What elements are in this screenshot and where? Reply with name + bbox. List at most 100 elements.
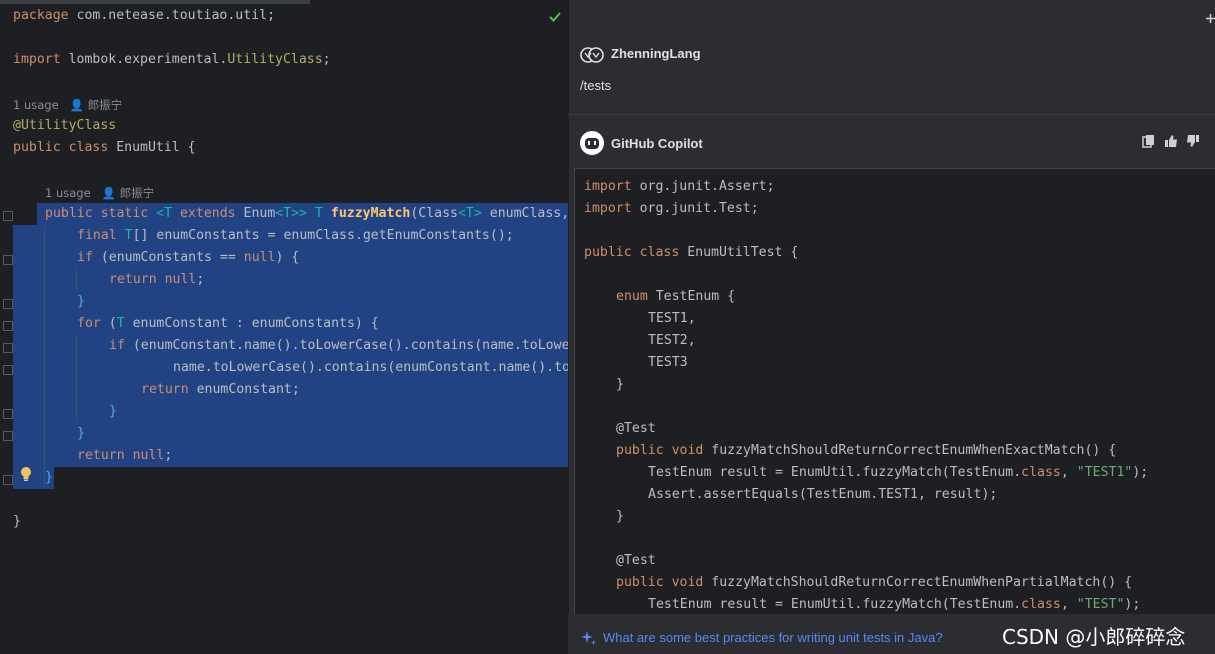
code-line: import lombok.experimental.UtilityClass;	[13, 49, 331, 71]
code-line: @Test	[616, 421, 656, 436]
code-line: }	[616, 509, 624, 524]
code-text: );	[1132, 465, 1149, 480]
code-line: name.toLowerCase().contains(enumConstant…	[173, 360, 568, 375]
copilot-face-icon	[585, 138, 599, 149]
code-text: );	[1124, 597, 1141, 612]
code-line: TEST3	[648, 355, 688, 370]
code-line: }	[45, 470, 53, 485]
fold-marker[interactable]	[3, 343, 13, 353]
usage-count: 1 usage	[45, 186, 91, 200]
code-line: import org.junit.Assert;	[584, 176, 775, 198]
code-line: TEST2,	[648, 333, 696, 348]
keyword: extends	[172, 206, 244, 221]
usage-hint[interactable]: 1 usage 👤 郎振宁	[13, 96, 122, 114]
code-line: }	[77, 426, 85, 441]
keyword: class	[1021, 597, 1061, 612]
keyword: package	[13, 8, 69, 23]
fold-marker[interactable]	[3, 475, 13, 485]
thumbs-down-icon[interactable]	[1186, 134, 1200, 148]
keyword: for	[77, 316, 101, 331]
fold-marker[interactable]	[3, 211, 13, 221]
keyword: null	[243, 250, 276, 265]
indent-guide	[76, 269, 77, 291]
params: enumClass,	[481, 206, 568, 221]
code-line: TEST1,	[648, 311, 696, 326]
params: (Class	[410, 206, 458, 221]
fold-marker[interactable]	[3, 255, 13, 265]
user-name: ZhenningLang	[611, 46, 701, 61]
fold-marker[interactable]	[3, 365, 13, 375]
code-text: [] enumConstants = enumClass.getEnumCons…	[132, 228, 514, 243]
copilot-icon	[580, 131, 604, 155]
keyword: import	[584, 201, 632, 216]
keyword: public class	[584, 245, 680, 260]
fold-marker[interactable]	[3, 299, 13, 309]
type-param: T	[283, 206, 292, 221]
code-line: final T[] enumConstants = enumClass.getE…	[77, 225, 514, 247]
code-line: }	[616, 377, 624, 392]
type: Enum	[243, 206, 276, 221]
keyword: import	[584, 179, 632, 194]
keyword: return	[109, 272, 165, 287]
code-text: org.junit.Assert;	[631, 179, 775, 194]
code-text: (	[100, 316, 117, 331]
usage-hint[interactable]: 1 usage 👤 郎振宁	[45, 184, 154, 202]
lightbulb-icon[interactable]	[19, 466, 33, 482]
fold-marker[interactable]	[3, 431, 13, 441]
keyword: public void	[616, 575, 704, 590]
code-text: ,	[1060, 465, 1077, 480]
sparkle-icon	[581, 631, 596, 645]
package-name: com.netease.toutiao.util;	[68, 8, 276, 23]
suggested-question-link[interactable]: What are some best practices for writing…	[603, 630, 943, 645]
punct: >>	[291, 206, 308, 221]
code-text: TestEnum {	[647, 289, 736, 304]
message-separator	[568, 114, 1215, 115]
keyword: class	[60, 140, 109, 155]
type-param: T	[465, 206, 474, 221]
keyword: enum	[616, 289, 648, 304]
panel-divider	[568, 0, 569, 654]
thumbs-up-icon[interactable]	[1164, 134, 1178, 148]
code-line: }	[109, 404, 117, 419]
code-text: (enumConstants ==	[92, 250, 244, 265]
keyword: public static	[45, 206, 157, 221]
punct: <	[457, 206, 466, 221]
code-editor[interactable]: package com.netease.toutiao.util; import…	[0, 0, 568, 654]
code-line: public static <T extends Enum<T>> T fuzz…	[45, 203, 568, 225]
type-param: T	[164, 206, 173, 221]
code-line: public class EnumUtil {	[13, 137, 196, 159]
fold-marker[interactable]	[3, 321, 13, 331]
keyword: public	[13, 140, 61, 155]
keyword: public void	[616, 443, 704, 458]
annotation: @UtilityClass	[13, 118, 117, 133]
punct: ;	[322, 52, 331, 67]
type-param: T	[116, 316, 125, 331]
code-line: if (enumConstants == null) {	[77, 247, 299, 269]
code-line: package com.netease.toutiao.util;	[13, 5, 275, 27]
fold-marker[interactable]	[3, 409, 13, 419]
user-message: /tests	[580, 78, 612, 93]
code-snippet[interactable]: import org.junit.Assert; import org.juni…	[574, 168, 1215, 615]
code-line: public class EnumUtilTest {	[584, 242, 798, 264]
indent-guide	[76, 335, 77, 423]
copy-icon[interactable]	[1142, 134, 1156, 148]
method-name: fuzzyMatch	[330, 206, 411, 221]
code-line: @Test	[616, 553, 656, 568]
code-line: if (enumConstant.name().toLowerCase().co…	[109, 335, 568, 357]
import-path: lombok.experimental.	[60, 52, 228, 67]
user-avatar-icon	[580, 47, 604, 63]
code-text: enumConstant;	[188, 382, 300, 397]
keyword: null	[164, 272, 197, 287]
author-name: 郎振宁	[87, 98, 123, 112]
author-icon: 👤	[69, 98, 84, 112]
plus-icon[interactable]	[1206, 14, 1215, 23]
code-line: TestEnum result = EnumUtil.fuzzyMatch(Te…	[648, 594, 1140, 615]
type-param: T	[124, 228, 133, 243]
class-name: EnumUtil {	[108, 140, 196, 155]
watermark: CSDN @小郎碎碎念	[1002, 625, 1186, 649]
keyword: return	[77, 448, 133, 463]
keyword: if	[77, 250, 93, 265]
code-line: import org.junit.Test;	[584, 198, 759, 220]
code-line: TestEnum result = EnumUtil.fuzzyMatch(Te…	[648, 462, 1148, 484]
keyword: final	[77, 228, 125, 243]
